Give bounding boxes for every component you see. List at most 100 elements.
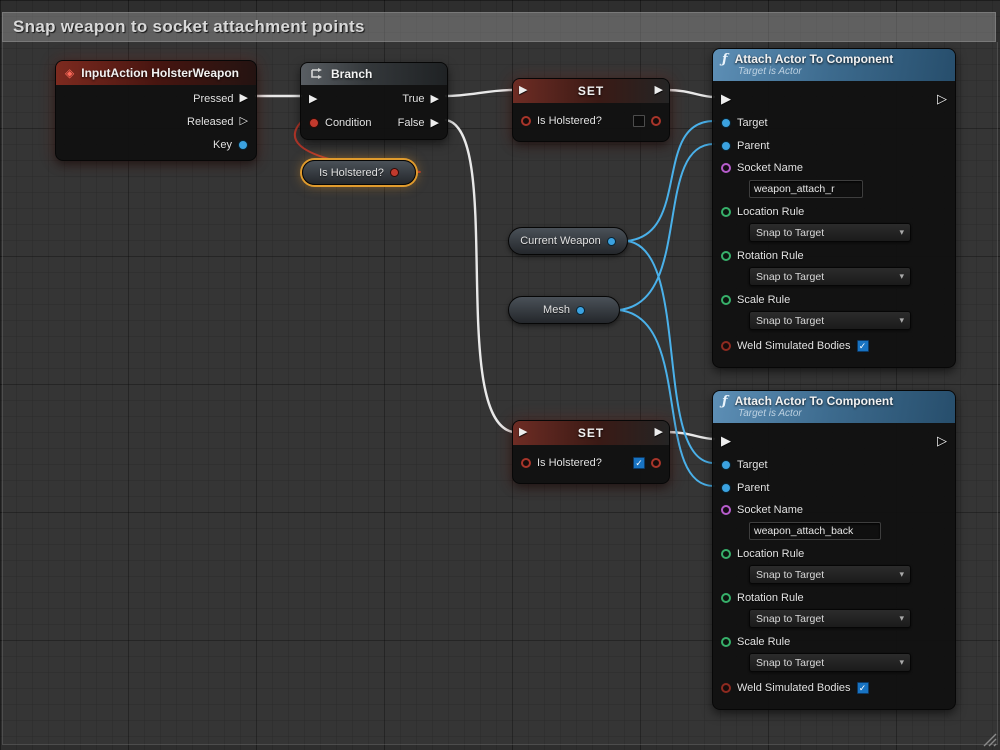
chevron-down-icon: ▾: [899, 657, 904, 667]
scale-rule-dropdown[interactable]: Snap to Target ▾: [749, 653, 911, 672]
node-set-is-holstered-true[interactable]: ▶ SET ▶ Is Holstered?: [512, 420, 670, 484]
node-set-is-holstered-false[interactable]: ▶ SET ▶ Is Holstered?: [512, 78, 670, 142]
wire-exec-true-to-set-false[interactable]: [444, 88, 515, 98]
exec-out-true-pin[interactable]: ▶: [431, 93, 439, 105]
parent-pin[interactable]: [721, 482, 731, 493]
condition-pin[interactable]: [309, 118, 319, 128]
pin-label-false: False: [397, 117, 425, 129]
getter-label: Is Holstered?: [319, 166, 384, 179]
dropdown-value: Snap to Target: [756, 314, 825, 327]
exec-in-pin[interactable]: ▶: [309, 93, 317, 105]
node-header[interactable]: ▶ SET ▶: [513, 79, 669, 103]
exec-out-false-pin[interactable]: ▶: [431, 117, 439, 129]
location-rule-dropdown[interactable]: Snap to Target ▾: [749, 565, 911, 584]
mesh-output-pin[interactable]: [575, 305, 585, 315]
pin-row-socket-name: Socket Name: [713, 157, 955, 178]
chevron-down-icon: ▾: [899, 613, 904, 623]
exec-out-released-pin[interactable]: ▷: [240, 116, 248, 127]
function-icon: ƒ: [722, 393, 728, 409]
node-attach-actor-to-component-back[interactable]: ƒ Attach Actor To Component Target is Ac…: [712, 390, 956, 710]
weld-simulated-bodies-pin[interactable]: [721, 341, 731, 351]
pin-label-condition: Condition: [325, 117, 372, 129]
node-header[interactable]: ƒ Attach Actor To Component Target is Ac…: [713, 391, 955, 423]
exec-in-pin[interactable]: ▶: [519, 427, 527, 438]
scale-rule-dropdown[interactable]: Snap to Target ▾: [749, 311, 911, 330]
is-holstered-input-pin[interactable]: [521, 116, 531, 126]
resize-grip-icon[interactable]: [983, 733, 997, 747]
variable-getter-current-weapon[interactable]: Current Weapon: [508, 227, 628, 255]
blueprint-graph-canvas[interactable]: Snap weapon to socket attachment points …: [0, 0, 1000, 750]
node-title: SET: [577, 84, 605, 98]
rotation-rule-dropdown[interactable]: Snap to Target ▾: [749, 609, 911, 628]
rotation-rule-dropdown[interactable]: Snap to Target ▾: [749, 267, 911, 286]
location-rule-row: Snap to Target ▾: [713, 564, 955, 587]
exec-out-pin[interactable]: ▶: [655, 427, 663, 438]
socket-name-pin[interactable]: [721, 504, 731, 515]
is-holstered-checkbox[interactable]: [633, 457, 645, 469]
exec-in-pin[interactable]: ▶: [519, 85, 527, 96]
is-holstered-input-pin[interactable]: [521, 458, 531, 468]
variable-getter-mesh[interactable]: Mesh: [508, 296, 620, 324]
pin-row-location-rule: Location Rule: [713, 201, 955, 222]
is-holstered-output-pin[interactable]: [389, 168, 399, 177]
pin-row-key: Key: [56, 133, 256, 156]
socket-name-input[interactable]: [749, 522, 881, 540]
parent-pin[interactable]: [721, 140, 731, 151]
socket-name-input[interactable]: [749, 180, 863, 198]
rotation-rule-pin[interactable]: [721, 592, 731, 603]
exec-out-pin[interactable]: ▷: [937, 92, 947, 105]
weld-simulated-bodies-checkbox[interactable]: [856, 682, 869, 694]
is-holstered-output-pin[interactable]: [651, 116, 661, 126]
pin-label-target: Target: [737, 458, 768, 471]
pin-row-parent: Parent: [713, 476, 955, 499]
node-header[interactable]: ƒ Attach Actor To Component Target is Ac…: [713, 49, 955, 81]
current-weapon-output-pin[interactable]: [606, 236, 616, 246]
rotation-rule-pin[interactable]: [721, 250, 731, 261]
dropdown-value: Snap to Target: [756, 568, 825, 581]
target-pin[interactable]: [721, 117, 731, 128]
pin-label-target: Target: [737, 116, 768, 129]
pin-row-condition-false: Condition False ▶: [301, 111, 447, 135]
socket-name-pin[interactable]: [721, 162, 731, 173]
pin-row-exec-true: ▶ True ▶: [301, 87, 447, 111]
exec-out-pressed-pin[interactable]: ▶: [240, 93, 248, 104]
node-event-inputaction-holsterweapon[interactable]: ◈ InputAction HolsterWeapon Pressed ▶ Re…: [55, 60, 257, 161]
scale-rule-row: Snap to Target ▾: [713, 652, 955, 675]
pin-row-exec: ▶ ▷: [713, 85, 955, 111]
scale-rule-row: Snap to Target ▾: [713, 310, 955, 333]
node-title: InputAction HolsterWeapon: [81, 66, 240, 80]
pin-label-rotation-rule: Rotation Rule: [737, 249, 804, 262]
pin-row-weld: Weld Simulated Bodies: [713, 675, 955, 701]
exec-out-pin[interactable]: ▷: [937, 434, 947, 447]
pin-label-socket-name: Socket Name: [737, 161, 804, 174]
node-header[interactable]: ▶ SET ▶: [513, 421, 669, 445]
weld-simulated-bodies-checkbox[interactable]: [856, 340, 869, 352]
location-rule-pin[interactable]: [721, 548, 731, 559]
weld-simulated-bodies-pin[interactable]: [721, 683, 731, 693]
target-pin[interactable]: [721, 459, 731, 470]
pin-row-scale-rule: Scale Rule: [713, 289, 955, 310]
scale-rule-pin[interactable]: [721, 636, 731, 647]
variable-getter-is-holstered[interactable]: Is Holstered?: [302, 160, 416, 185]
node-subtitle: Target is Actor: [738, 66, 802, 77]
exec-out-pin[interactable]: ▶: [655, 85, 663, 96]
pin-row-rotation-rule: Rotation Rule: [713, 587, 955, 608]
pin-label-parent: Parent: [737, 481, 770, 494]
node-header[interactable]: Branch: [301, 63, 447, 85]
node-branch[interactable]: Branch ▶ True ▶ Condition False ▶: [300, 62, 448, 140]
wire-exec-false-to-set-true[interactable]: [444, 118, 515, 434]
scale-rule-pin[interactable]: [721, 294, 731, 305]
key-pin[interactable]: [238, 139, 248, 150]
location-rule-dropdown[interactable]: Snap to Target ▾: [749, 223, 911, 242]
wire-exec-set-false-to-attach-right[interactable]: [665, 88, 716, 99]
is-holstered-checkbox[interactable]: [633, 115, 645, 127]
chevron-down-icon: ▾: [899, 271, 904, 281]
exec-in-pin[interactable]: ▶: [721, 92, 731, 105]
wire-exec-set-true-to-attach-back[interactable]: [665, 430, 716, 441]
exec-in-pin[interactable]: ▶: [721, 434, 731, 447]
node-header[interactable]: ◈ InputAction HolsterWeapon: [56, 61, 256, 85]
wire-object-mesh-to-attach-right-parent[interactable]: [617, 143, 715, 311]
location-rule-pin[interactable]: [721, 206, 731, 217]
node-attach-actor-to-component-right[interactable]: ƒ Attach Actor To Component Target is Ac…: [712, 48, 956, 368]
is-holstered-output-pin[interactable]: [651, 458, 661, 468]
